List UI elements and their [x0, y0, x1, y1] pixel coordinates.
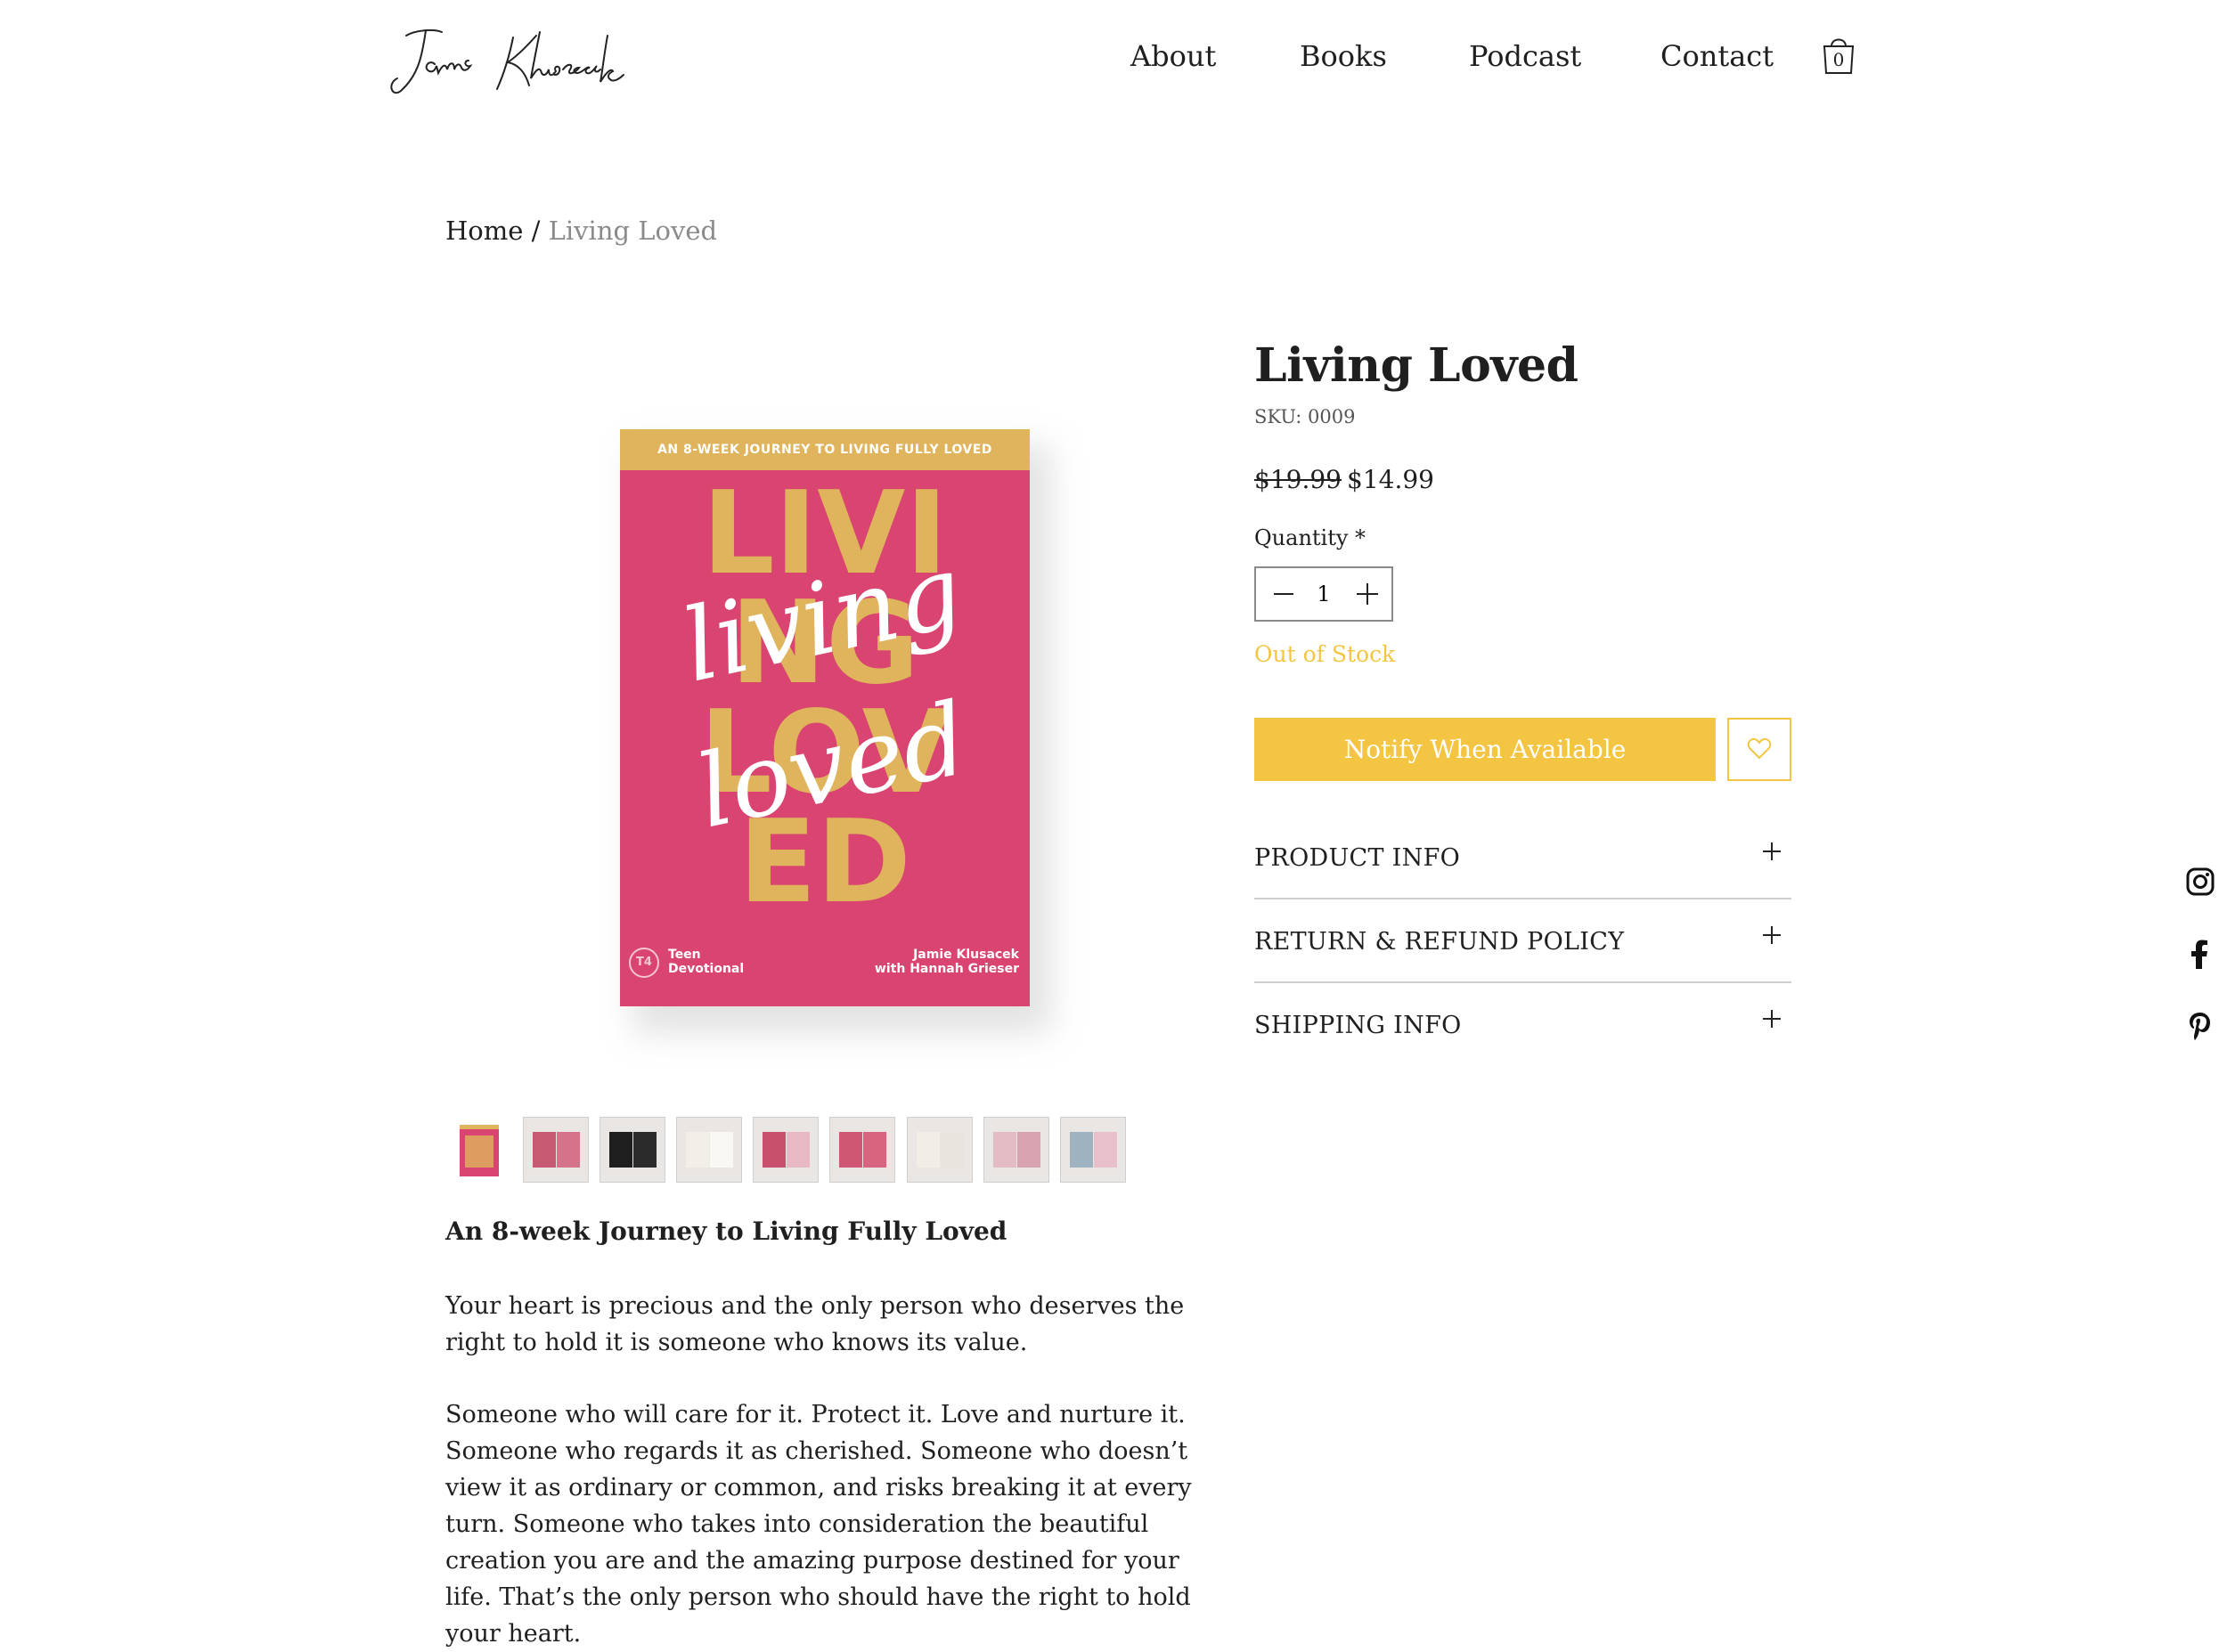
- thumbnail-5[interactable]: [753, 1117, 819, 1183]
- thumbnail-6[interactable]: [829, 1117, 895, 1183]
- description-paragraph-1: Your heart is precious and the only pers…: [445, 1292, 1185, 1356]
- thumbnail-9[interactable]: [1060, 1117, 1126, 1183]
- quantity-label: Quantity *: [1254, 525, 1366, 550]
- minus-icon: [1274, 593, 1293, 595]
- plus-icon: [1763, 842, 1781, 860]
- cart-button[interactable]: 0: [1821, 34, 1856, 77]
- thumbnail-4[interactable]: [676, 1117, 742, 1183]
- thumbnail-2[interactable]: [523, 1117, 589, 1183]
- nav-podcast[interactable]: Podcast: [1469, 39, 1581, 73]
- plus-icon: [1763, 926, 1781, 944]
- description-heading: An 8-week Journey to Living Fully Loved: [445, 1217, 1007, 1246]
- pinterest-icon: [2190, 1013, 2210, 1040]
- quantity-increase-button[interactable]: [1352, 579, 1383, 609]
- facebook-link[interactable]: [2184, 939, 2216, 971]
- thumbnail-7[interactable]: [907, 1117, 973, 1183]
- cover-label: T4 Teen Devotional: [629, 946, 807, 981]
- description-paragraph-2: Someone who will care for it. Protect it…: [445, 1401, 1192, 1648]
- thumbnail-3[interactable]: [600, 1117, 665, 1183]
- accordion-label: SHIPPING INFO: [1254, 1012, 1462, 1039]
- breadcrumb-home[interactable]: Home: [445, 216, 523, 246]
- product-title: Living Loved: [1254, 338, 1578, 393]
- cover-author-line-2: with Hannah Grieser: [874, 962, 1019, 976]
- cart-count: 0: [1832, 49, 1845, 70]
- cover-band-text: AN 8-WEEK JOURNEY TO LIVING FULLY LOVED: [620, 429, 1030, 470]
- thumb-cover: [460, 1125, 499, 1176]
- thumbnail-8[interactable]: [983, 1117, 1049, 1183]
- breadcrumb-current: Living Loved: [548, 216, 718, 246]
- accordion-label: RETURN & REFUND POLICY: [1254, 928, 1625, 956]
- pinterest-link[interactable]: [2184, 1010, 2216, 1042]
- nav-contact[interactable]: Contact: [1660, 39, 1774, 73]
- instagram-icon: [2186, 867, 2215, 896]
- accordion-product-info[interactable]: PRODUCT INFO: [1254, 816, 1791, 899]
- breadcrumb: Home / Living Loved: [445, 216, 717, 246]
- wishlist-button[interactable]: [1727, 718, 1791, 781]
- nav-books[interactable]: Books: [1300, 39, 1387, 73]
- cover-authors: Jamie Klusacek with Hannah Grieser: [823, 948, 1019, 976]
- original-price: $19.99: [1254, 465, 1342, 494]
- cover-author-line-1: Jamie Klusacek: [913, 948, 1019, 962]
- logo-signature-icon: [390, 28, 624, 94]
- accordion-return-refund-policy[interactable]: RETURN & REFUND POLICY: [1254, 899, 1791, 983]
- instagram-link[interactable]: [2184, 866, 2216, 898]
- breadcrumb-separator: /: [523, 216, 549, 246]
- plus-icon: [1357, 583, 1378, 605]
- sale-price: $14.99: [1347, 465, 1434, 494]
- cover-label-line-1: Teen: [668, 948, 701, 962]
- quantity-decrease-button[interactable]: [1268, 579, 1299, 609]
- product-sku: SKU: 0009: [1254, 406, 1356, 427]
- accordion-shipping-info[interactable]: SHIPPING INFO: [1254, 983, 1791, 1067]
- cover-badge: T4: [629, 948, 659, 978]
- facebook-icon: [2191, 940, 2207, 969]
- quantity-input[interactable]: [1308, 579, 1340, 609]
- book-cover: AN 8-WEEK JOURNEY TO LIVING FULLY LOVED …: [620, 429, 1030, 1006]
- cover-label-line-2: Devotional: [668, 962, 745, 976]
- stock-status: Out of Stock: [1254, 641, 1396, 667]
- product-main-image[interactable]: AN 8-WEEK JOURNEY TO LIVING FULLY LOVED …: [620, 429, 1051, 1033]
- heart-icon: [1747, 737, 1772, 760]
- notify-when-available-button[interactable]: Notify When Available: [1254, 718, 1716, 781]
- thumbnail-1[interactable]: [445, 1117, 511, 1183]
- quantity-stepper: [1254, 566, 1393, 622]
- accordion-label: PRODUCT INFO: [1254, 844, 1461, 872]
- site-logo[interactable]: [379, 20, 647, 100]
- cover-art: LIVI NG LOV ED living loved: [673, 470, 977, 929]
- nav-about[interactable]: About: [1130, 39, 1216, 73]
- plus-icon: [1763, 1010, 1781, 1028]
